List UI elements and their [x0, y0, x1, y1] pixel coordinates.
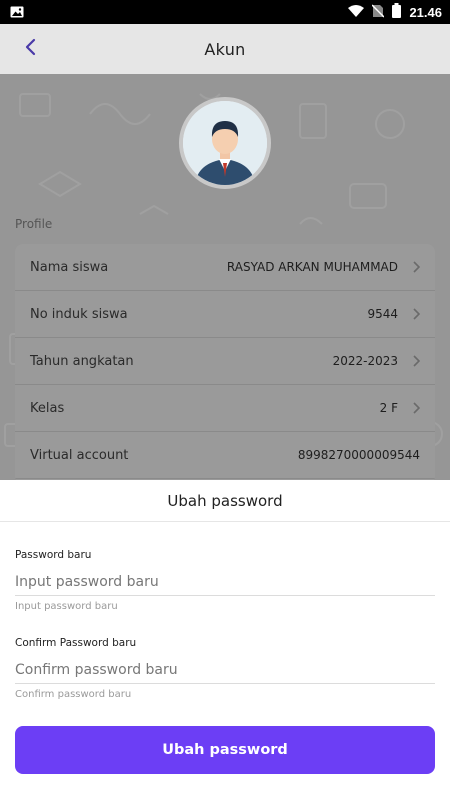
back-button[interactable] [18, 36, 44, 62]
new-password-helper: Input password baru [15, 601, 118, 612]
chevron-left-icon [24, 37, 38, 61]
status-bar: 21.46 [0, 0, 450, 24]
new-password-label: Password baru [15, 549, 92, 561]
row-label: Nama siswa [30, 259, 109, 275]
sheet-title: Ubah password [0, 480, 450, 522]
row-value: 9544 [367, 307, 398, 321]
new-password-field: Password baru Input password baru [15, 549, 435, 612]
businessman-avatar-icon [183, 101, 267, 185]
row-label: Kelas [30, 400, 65, 416]
app-bar: Akun [0, 24, 450, 74]
image-icon [10, 3, 24, 22]
battery-icon [392, 3, 402, 21]
no-sim-icon [371, 3, 385, 21]
chevron-right-icon [404, 355, 420, 367]
profile-row-tahun-angkatan[interactable]: Tahun angkatan 2022-2023 [15, 338, 435, 385]
confirm-password-input[interactable] [15, 656, 435, 684]
section-label-profile: Profile [15, 217, 53, 231]
profile-row-no-induk[interactable]: No induk siswa 9544 [15, 291, 435, 338]
row-value: 8998270000009544 [297, 448, 420, 462]
row-label: No induk siswa [30, 306, 128, 322]
chevron-right-icon [404, 402, 420, 414]
profile-row-kelas[interactable]: Kelas 2 F [15, 385, 435, 432]
avatar[interactable] [179, 97, 271, 189]
submit-change-password-button[interactable]: Ubah password [15, 726, 435, 774]
row-label: Virtual account [30, 447, 129, 463]
row-label: Tahun angkatan [30, 353, 134, 369]
row-value: RASYAD ARKAN MUHAMMAD [226, 260, 398, 274]
chevron-right-icon [404, 308, 420, 320]
confirm-password-label: Confirm Password baru [15, 637, 137, 649]
confirm-password-helper: Confirm password baru [15, 689, 132, 700]
profile-background: Profile Nama siswa RASYAD ARKAN MUHAMMAD… [0, 74, 450, 480]
profile-row-nama-siswa[interactable]: Nama siswa RASYAD ARKAN MUHAMMAD [15, 244, 435, 291]
row-value: 2 F [379, 401, 398, 415]
profile-row-virtual-account: Virtual account 8998270000009544 [15, 432, 435, 479]
confirm-password-field: Confirm Password baru Confirm password b… [15, 637, 435, 700]
page-title: Akun [204, 39, 246, 59]
wifi-icon [348, 4, 365, 20]
clock: 21.46 [409, 4, 442, 20]
profile-card: Nama siswa RASYAD ARKAN MUHAMMAD No indu… [15, 244, 435, 480]
row-value: 2022-2023 [332, 354, 398, 368]
new-password-input[interactable] [15, 568, 435, 596]
chevron-right-icon [404, 261, 420, 273]
